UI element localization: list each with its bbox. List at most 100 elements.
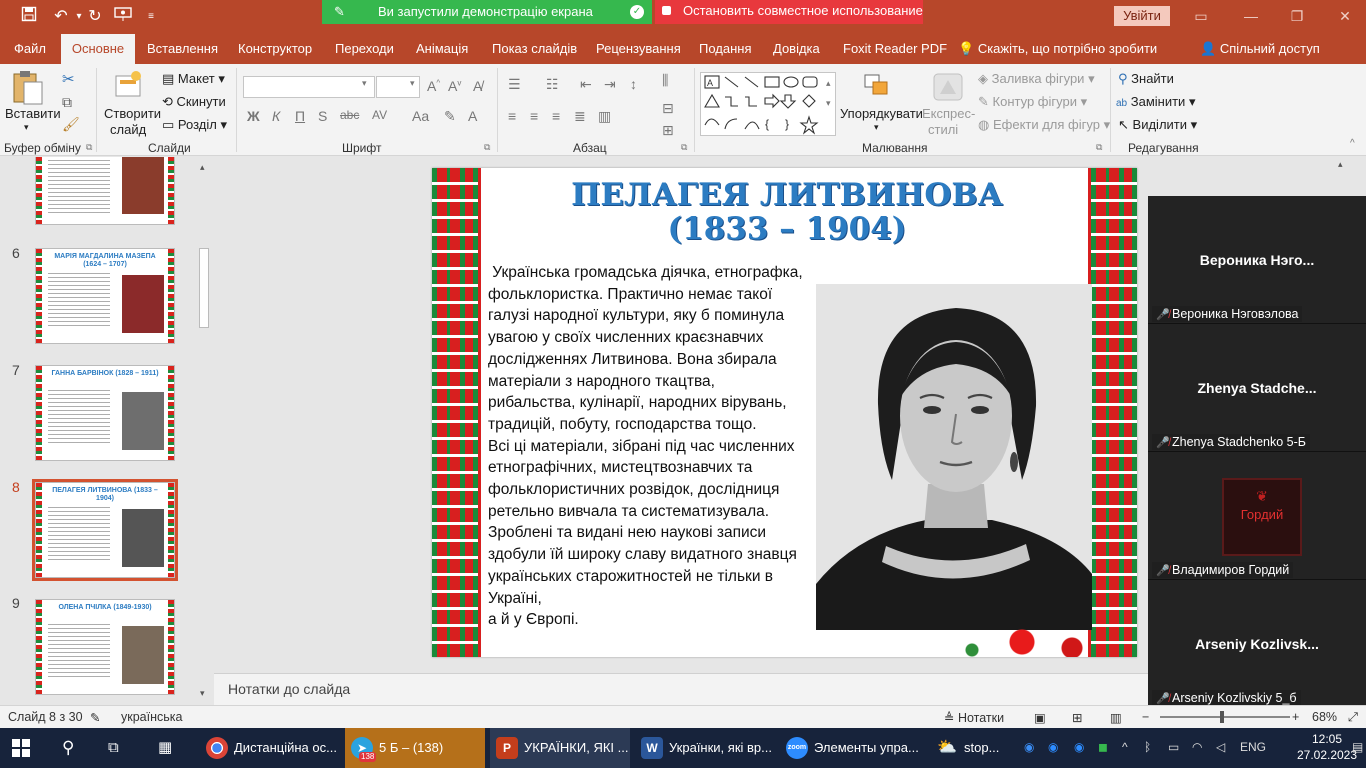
taskbar-app-powerpoint[interactable]: P УКРАЇНКИ, ЯКІ ... (490, 728, 630, 768)
tab-animations[interactable]: Анімація (416, 34, 468, 64)
shapes-gallery[interactable]: A {} (700, 72, 836, 136)
collapse-ribbon-icon[interactable]: ^ (1350, 138, 1355, 149)
align-left-icon[interactable]: ≡ (508, 108, 516, 124)
line-spacing-icon[interactable]: ↕ (630, 76, 637, 92)
cut-icon[interactable]: ✂ (62, 70, 75, 88)
paragraph-launcher-icon[interactable]: ⧉ (681, 142, 687, 153)
paste-button[interactable]: Вставити (5, 106, 61, 121)
bold-button[interactable]: Ж (247, 108, 260, 124)
reading-view-icon[interactable]: ▥ (1110, 710, 1122, 725)
format-painter-icon[interactable]: 🖌 (62, 116, 80, 133)
thumbnails-scrollbar[interactable]: ▴ ▾ (196, 160, 212, 704)
tray-zoom-icon[interactable]: ◉ (1074, 740, 1084, 754)
arrange-dropdown-icon[interactable]: ▾ (874, 122, 879, 133)
tray-green-icon[interactable]: ◼ (1098, 740, 1108, 754)
zoom-level[interactable]: 68% (1312, 710, 1337, 724)
new-slide-button-line1[interactable]: Створити (104, 106, 161, 121)
quick-styles-line1[interactable]: Експрес- (922, 106, 975, 121)
shadow-button[interactable]: S (318, 108, 327, 124)
arrange-icon[interactable] (862, 72, 892, 105)
participant-tile[interactable]: Вероника Нэго... 🎤̸ Вероника Нэговэлова (1148, 196, 1366, 324)
windows-start-icon[interactable] (12, 728, 40, 768)
clipboard-launcher-icon[interactable]: ⧉ (86, 142, 92, 153)
calculator-icon[interactable]: ▦ (158, 728, 182, 768)
portrait-photo[interactable] (816, 284, 1092, 630)
slide-sorter-icon[interactable]: ⊞ (1072, 710, 1082, 725)
zoom-in-icon[interactable]: + (1292, 710, 1299, 724)
customize-toolbar-icon[interactable]: ≡ (140, 6, 162, 28)
participant-tile[interactable]: Arseniy Kozlivsk... 🎤̸ Arseniy Kozlivskiy… (1148, 580, 1366, 708)
paste-icon[interactable] (10, 70, 44, 109)
search-icon[interactable]: ⚲ (62, 728, 86, 768)
stop-share-button[interactable]: Остановить совместное использование (655, 0, 923, 24)
scroll-down-icon[interactable]: ▾ (200, 688, 205, 699)
tab-help[interactable]: Довідка (773, 34, 820, 64)
arrange-button[interactable]: Упорядкувати (840, 106, 923, 121)
font-family-select[interactable] (243, 76, 375, 98)
notes-placeholder[interactable]: Нотатки до слайда (228, 681, 350, 697)
shape-fill-button[interactable]: ◈ Заливка фігури ▾ (978, 71, 1095, 87)
tab-review[interactable]: Рецензування (596, 34, 681, 64)
notes-pane[interactable]: Нотатки до слайда (214, 673, 1148, 705)
shapes-scroll-up-icon[interactable]: ▴ (826, 78, 831, 89)
smartart-icon[interactable]: ⊞ (662, 122, 674, 139)
pin-icon[interactable]: ✎ (334, 0, 345, 24)
find-button[interactable]: ⚲ Знайти (1118, 71, 1174, 87)
drawing-launcher-icon[interactable]: ⧉ (1096, 142, 1102, 153)
volume-icon[interactable]: ◁ (1216, 740, 1225, 754)
underline-button[interactable]: П (295, 108, 305, 124)
slide-thumbnail-6[interactable]: МАРІЯ МАГДАЛИНА МАЗЕПА (1624 – 1707) (35, 248, 175, 344)
quick-styles-line2[interactable]: стилі (928, 122, 958, 137)
shapes-scroll-down-icon[interactable]: ▾ (826, 98, 831, 109)
slide-thumbnail-5[interactable] (35, 157, 175, 225)
tab-transitions[interactable]: Переходи (335, 34, 394, 64)
replace-button[interactable]: ab Замінити ▾ (1116, 94, 1195, 110)
close-icon[interactable]: ✕ (1330, 6, 1360, 26)
align-center-icon[interactable]: ≡ (530, 108, 538, 124)
slide-thumbnail-9[interactable]: ОЛЕНА ПЧІЛКА (1849-1930) (35, 599, 175, 695)
layout-button[interactable]: ▤ Макет ▾ (162, 71, 225, 87)
char-spacing-icon[interactable]: AV (372, 108, 387, 122)
slide-thumbnail-7[interactable]: ГАННА БАРВІНОК (1828 – 1911) (35, 365, 175, 461)
tab-slideshow[interactable]: Показ слайдів (492, 34, 577, 64)
quick-styles-icon[interactable] (932, 72, 964, 105)
save-icon[interactable] (18, 6, 40, 28)
text-direction-icon[interactable]: ⫼ (662, 72, 668, 89)
slide-scroll-up-icon[interactable]: ▴ (1338, 159, 1343, 170)
increase-indent-icon[interactable]: ⇥ (604, 76, 616, 93)
bullets-icon[interactable]: ☰ (508, 76, 521, 93)
scroll-up-icon[interactable]: ▴ (200, 162, 205, 173)
shapes-icon[interactable]: A {} (701, 73, 835, 135)
ribbon-display-icon[interactable]: ▭ (1186, 6, 1216, 26)
font-color-icon[interactable]: A (468, 108, 477, 124)
slide-body-text[interactable]: Українська громадська діячка, етнографка… (488, 262, 828, 631)
highlight-icon[interactable]: ✎ (444, 108, 456, 125)
tab-home[interactable]: Основне (61, 34, 135, 64)
scrollbar-thumb[interactable] (199, 248, 209, 328)
taskbar-app-word[interactable]: W Українки, які вр... (635, 728, 775, 768)
tell-me-box[interactable]: 💡 Скажіть, що потрібно зробити (958, 34, 1157, 64)
tab-view[interactable]: Подання (699, 34, 752, 64)
spellcheck-icon[interactable]: ✎ (90, 710, 100, 725)
slide-thumbnail-8[interactable]: ПЕЛАГЕЯ ЛИТВИНОВА (1833 – 1904) (32, 479, 178, 581)
decrease-font-icon[interactable]: Av (448, 78, 461, 94)
increase-font-icon[interactable]: A^ (427, 78, 440, 94)
tray-zoom-icon[interactable]: ◉ (1048, 740, 1058, 754)
change-case-icon[interactable]: Aa (412, 108, 429, 124)
font-family-dropdown-icon[interactable]: ▾ (362, 78, 367, 89)
battery-icon[interactable]: ▭ (1168, 740, 1179, 754)
justify-icon[interactable]: ≣ (574, 108, 586, 125)
taskbar-clock[interactable]: 12:05 27.02.2023 (1296, 731, 1358, 763)
maximize-icon[interactable]: ❐ (1282, 6, 1312, 26)
taskbar-app-telegram[interactable]: ➤ 5 Б – (138) 138 (345, 728, 485, 768)
tray-app-icon[interactable]: ◉ (1024, 740, 1034, 754)
align-right-icon[interactable]: ≡ (552, 108, 560, 124)
normal-view-icon[interactable]: ▣ (1034, 710, 1046, 725)
taskbar-app-chrome[interactable]: Дистанційна ос... (200, 728, 340, 768)
numbering-icon[interactable]: ☷ (546, 76, 559, 93)
language-indicator[interactable]: українська (121, 710, 182, 724)
clear-format-icon[interactable]: A̸ (473, 78, 482, 94)
share-button[interactable]: 👤 Спільний доступ (1200, 34, 1320, 64)
taskbar-weather[interactable]: ⛅ stop... (930, 728, 1014, 768)
italic-button[interactable]: К (272, 108, 280, 124)
